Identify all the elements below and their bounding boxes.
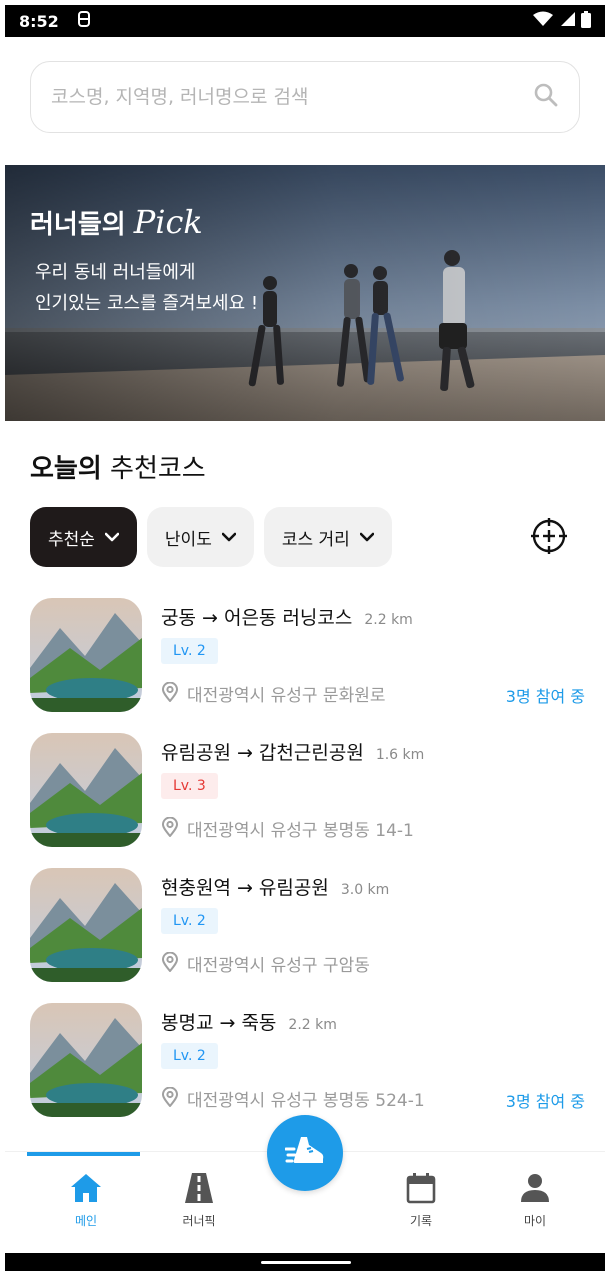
nav-active-indicator bbox=[27, 1152, 140, 1156]
chevron-down-icon bbox=[359, 527, 375, 547]
course-title-row: 봉명교 → 죽동 2.2 km bbox=[161, 1008, 337, 1035]
course-address: 대전광역시 유성구 봉명동 14-1 bbox=[187, 821, 414, 841]
location-pin-icon bbox=[161, 816, 179, 841]
app-screen: 8:52 코스명, 지역명, 러너명으로 검색 러너들의 Pick 우리 동네 … bbox=[5, 5, 605, 1271]
chevron-down-icon bbox=[104, 527, 120, 547]
nav-item-records[interactable]: 기록 bbox=[371, 1172, 471, 1229]
filter-chips: 추천순 난이도 코스 거리 bbox=[30, 507, 392, 567]
banner-title-main: 러너들의 bbox=[30, 210, 126, 240]
course-address-row: 대전광역시 유성구 봉명동 14-1 bbox=[161, 816, 414, 841]
battery-icon bbox=[581, 10, 591, 32]
banner-desc-line2: 인기있는 코스를 즐겨보세요 ! bbox=[35, 293, 259, 314]
road-icon bbox=[184, 1172, 214, 1208]
signal-icon bbox=[559, 11, 575, 31]
filter-chip-difficulty[interactable]: 난이도 bbox=[146, 507, 254, 567]
course-distance: 3.0 km bbox=[340, 882, 390, 898]
crosshair-icon bbox=[530, 517, 568, 559]
course-item[interactable]: 궁동 → 어은동 러닝코스 2.2 km Lv. 2 대전광역시 유성구 문화원… bbox=[30, 595, 585, 730]
course-title-row: 궁동 → 어은동 러닝코스 2.2 km bbox=[161, 603, 413, 630]
nav-label: 기록 bbox=[409, 1214, 433, 1228]
course-participants: 3명 참여 중 bbox=[505, 1092, 585, 1111]
filter-chip-distance[interactable]: 코스 거리 bbox=[263, 507, 392, 567]
nav-item-runner-pick[interactable]: 러너픽 bbox=[149, 1172, 249, 1229]
course-level-badge: Lv. 2 bbox=[161, 1043, 218, 1069]
course-thumbnail bbox=[30, 1003, 142, 1117]
search-bar[interactable] bbox=[30, 61, 580, 133]
location-pin-icon bbox=[161, 1086, 179, 1111]
location-pin-icon bbox=[161, 681, 179, 706]
section-title: 오늘의 추천코스 bbox=[30, 448, 206, 485]
banner-description: 우리 동네 러너들에게 인기있는 코스를 즐겨보세요 ! bbox=[35, 257, 258, 319]
nav-item-my[interactable]: 마이 bbox=[485, 1172, 585, 1229]
section-title-bold: 오늘의 bbox=[30, 454, 102, 484]
course-name: 봉명교 → 죽동 bbox=[161, 1012, 277, 1034]
banner-title: 러너들의 Pick bbox=[30, 203, 203, 241]
course-item[interactable]: 현충원역 → 유림공원 3.0 km Lv. 2 대전광역시 유성구 구암동 bbox=[30, 865, 585, 1000]
wifi-icon bbox=[533, 11, 553, 31]
course-level-badge: Lv. 2 bbox=[161, 908, 218, 934]
course-address-row: 대전광역시 유성구 문화원로 bbox=[161, 681, 386, 706]
status-indicators bbox=[533, 10, 591, 32]
course-title-row: 현충원역 → 유림공원 3.0 km bbox=[161, 873, 389, 900]
course-address: 대전광역시 유성구 문화원로 bbox=[187, 686, 386, 706]
start-run-button[interactable] bbox=[267, 1115, 343, 1191]
status-bar: 8:52 bbox=[5, 5, 605, 37]
home-gesture-handle[interactable] bbox=[261, 1261, 351, 1264]
course-list: 궁동 → 어은동 러닝코스 2.2 km Lv. 2 대전광역시 유성구 문화원… bbox=[30, 595, 585, 1135]
nav-item-main[interactable]: 메인 bbox=[36, 1172, 136, 1229]
status-time: 8:52 bbox=[19, 11, 59, 31]
person-icon bbox=[520, 1172, 550, 1208]
course-thumbnail bbox=[30, 868, 142, 982]
course-participants: 3명 참여 중 bbox=[505, 687, 585, 706]
course-distance: 1.6 km bbox=[375, 747, 425, 763]
course-address: 대전광역시 유성구 봉명동 524-1 bbox=[187, 1091, 425, 1111]
banner-desc-line1: 우리 동네 러너들에게 bbox=[35, 262, 196, 283]
filter-chip-label: 코스 거리 bbox=[281, 529, 350, 550]
home-icon bbox=[69, 1172, 103, 1208]
promo-banner[interactable]: 러너들의 Pick 우리 동네 러너들에게 인기있는 코스를 즐겨보세요 ! bbox=[5, 165, 605, 421]
filter-chip-label: 난이도 bbox=[164, 529, 212, 550]
app-notification-icon bbox=[77, 11, 91, 31]
course-name: 유림공원 → 갑천근린공원 bbox=[161, 742, 364, 764]
course-name: 현충원역 → 유림공원 bbox=[161, 877, 329, 899]
nav-label: 메인 bbox=[74, 1214, 98, 1228]
course-level-badge: Lv. 3 bbox=[161, 773, 218, 799]
course-thumbnail bbox=[30, 733, 142, 847]
nav-label: 러너픽 bbox=[182, 1214, 216, 1228]
course-address-row: 대전광역시 유성구 봉명동 524-1 bbox=[161, 1086, 425, 1111]
running-shoe-icon bbox=[284, 1133, 325, 1173]
current-location-button[interactable] bbox=[529, 518, 569, 558]
banner-title-script: Pick bbox=[133, 203, 203, 241]
section-title-rest: 추천코스 bbox=[110, 454, 206, 484]
course-address: 대전광역시 유성구 구암동 bbox=[187, 956, 370, 976]
system-gesture-bar bbox=[5, 1253, 605, 1271]
course-title-row: 유림공원 → 갑천근린공원 1.6 km bbox=[161, 738, 424, 765]
course-level-badge: Lv. 2 bbox=[161, 638, 218, 664]
course-item[interactable]: 유림공원 → 갑천근린공원 1.6 km Lv. 3 대전광역시 유성구 봉명동… bbox=[30, 730, 585, 865]
course-thumbnail bbox=[30, 598, 142, 712]
filter-chip-sort[interactable]: 추천순 bbox=[30, 507, 137, 567]
course-name: 궁동 → 어은동 러닝코스 bbox=[161, 607, 353, 629]
course-distance: 2.2 km bbox=[364, 612, 413, 628]
search-input[interactable] bbox=[51, 86, 533, 108]
location-pin-icon bbox=[161, 951, 179, 976]
search-icon[interactable] bbox=[533, 82, 559, 112]
nav-label: 마이 bbox=[523, 1214, 547, 1228]
filter-chip-label: 추천순 bbox=[48, 529, 95, 550]
course-address-row: 대전광역시 유성구 구암동 bbox=[161, 951, 370, 976]
chevron-down-icon bbox=[221, 527, 237, 547]
calendar-icon bbox=[406, 1172, 436, 1208]
course-distance: 2.2 km bbox=[288, 1017, 337, 1033]
